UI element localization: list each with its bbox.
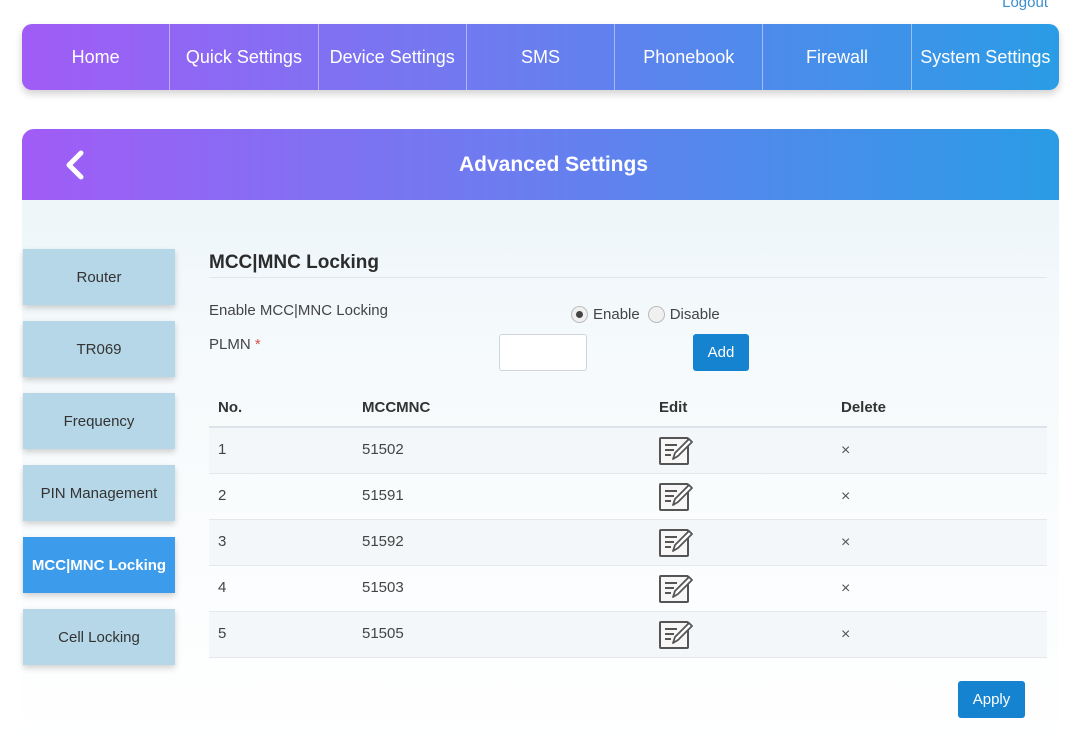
edit-cell [659, 528, 841, 558]
mccmnc-table: No. MCCMNC Edit Delete 1 51502 × 2 51591 × 3 51… [209, 388, 1047, 658]
sidebar-item-frequency[interactable]: Frequency [23, 393, 175, 449]
header-no: No. [218, 398, 243, 416]
delete-icon[interactable]: × [841, 626, 850, 643]
disable-radio-option[interactable]: Disable [647, 306, 720, 323]
row-mccmnc: 51591 [362, 487, 404, 504]
row-mccmnc: 51503 [362, 579, 404, 596]
delete-cell: × [841, 534, 1047, 552]
sidebar-item-router[interactable]: Router [23, 249, 175, 305]
nav-firewall[interactable]: Firewall [763, 24, 912, 90]
table-row: 2 51591 × [209, 474, 1047, 520]
panel-header: Advanced Settings [22, 129, 1059, 200]
sidebar: Router TR069 Frequency PIN Management MC… [23, 249, 175, 681]
delete-cell: × [841, 442, 1047, 460]
sidebar-item-cell-locking[interactable]: Cell Locking [23, 609, 175, 665]
enable-radio[interactable] [571, 306, 588, 323]
enable-radio-label: Enable [593, 306, 640, 323]
plmn-label: PLMN * [209, 336, 261, 353]
enable-radio-group: Enable Disable [571, 306, 728, 323]
delete-icon[interactable]: × [841, 488, 850, 505]
disable-radio-label: Disable [669, 306, 720, 323]
row-mccmnc: 51592 [362, 533, 404, 550]
row-number: 3 [218, 533, 227, 550]
edit-cell [659, 436, 841, 466]
plmn-input[interactable] [499, 334, 587, 371]
enable-locking-label: Enable MCC|MNC Locking [209, 302, 388, 319]
sidebar-item-pin-management[interactable]: PIN Management [23, 465, 175, 521]
main-content: MCC|MNC Locking Enable MCC|MNC Locking E… [209, 252, 1047, 658]
sidebar-item-mcc-mnc-locking[interactable]: MCC|MNC Locking [23, 537, 175, 593]
nav-system-settings[interactable]: System Settings [912, 24, 1059, 90]
page-title: Advanced Settings [458, 152, 649, 176]
row-number: 5 [218, 625, 227, 642]
apply-button[interactable]: Apply [958, 681, 1025, 718]
chevron-left-icon[interactable] [62, 149, 88, 181]
delete-cell: × [841, 488, 1047, 506]
edit-icon[interactable] [659, 436, 841, 466]
nav-device-settings[interactable]: Device Settings [319, 24, 467, 90]
edit-icon[interactable] [659, 528, 841, 558]
header-delete: Delete [841, 398, 887, 416]
edit-icon[interactable] [659, 620, 841, 650]
nav-home[interactable]: Home [22, 24, 171, 90]
row-number: 2 [218, 487, 227, 504]
logout-link[interactable]: Logout [1002, 0, 1048, 11]
delete-icon[interactable]: × [841, 534, 850, 551]
edit-icon[interactable] [659, 482, 841, 512]
header-mccmnc: MCCMNC [362, 398, 431, 416]
nav-phonebook[interactable]: Phonebook [615, 24, 764, 90]
row-number: 4 [218, 579, 227, 596]
plmn-label-text: PLMN [209, 336, 251, 353]
delete-icon[interactable]: × [841, 442, 850, 459]
row-number: 1 [218, 441, 227, 458]
row-mccmnc: 51502 [362, 441, 404, 458]
section-title: MCC|MNC Locking [209, 252, 1047, 278]
edit-cell [659, 620, 841, 650]
row-mccmnc: 51505 [362, 625, 404, 642]
edit-cell [659, 574, 841, 604]
table-header: No. MCCMNC Edit Delete [209, 388, 1047, 428]
disable-radio[interactable] [647, 306, 665, 323]
table-row: 1 51502 × [209, 428, 1047, 474]
required-marker: * [254, 336, 261, 353]
header-edit: Edit [659, 398, 688, 416]
add-button[interactable]: Add [693, 334, 749, 371]
top-navigation: Home Quick Settings Device Settings SMS … [22, 24, 1059, 90]
enable-radio-option[interactable]: Enable [571, 306, 640, 323]
delete-cell: × [841, 626, 1047, 644]
nav-quick-settings[interactable]: Quick Settings [170, 24, 319, 90]
table-row: 5 51505 × [209, 612, 1047, 658]
table-body: 1 51502 × 2 51591 × 3 51592 × 4 51503 × 5 51505 × [209, 428, 1047, 658]
nav-sms[interactable]: SMS [467, 24, 616, 90]
sidebar-item-tr069[interactable]: TR069 [23, 321, 175, 377]
edit-cell [659, 482, 841, 512]
edit-icon[interactable] [659, 574, 841, 604]
delete-cell: × [841, 580, 1047, 598]
delete-icon[interactable]: × [841, 580, 850, 597]
table-row: 3 51592 × [209, 520, 1047, 566]
table-row: 4 51503 × [209, 566, 1047, 612]
